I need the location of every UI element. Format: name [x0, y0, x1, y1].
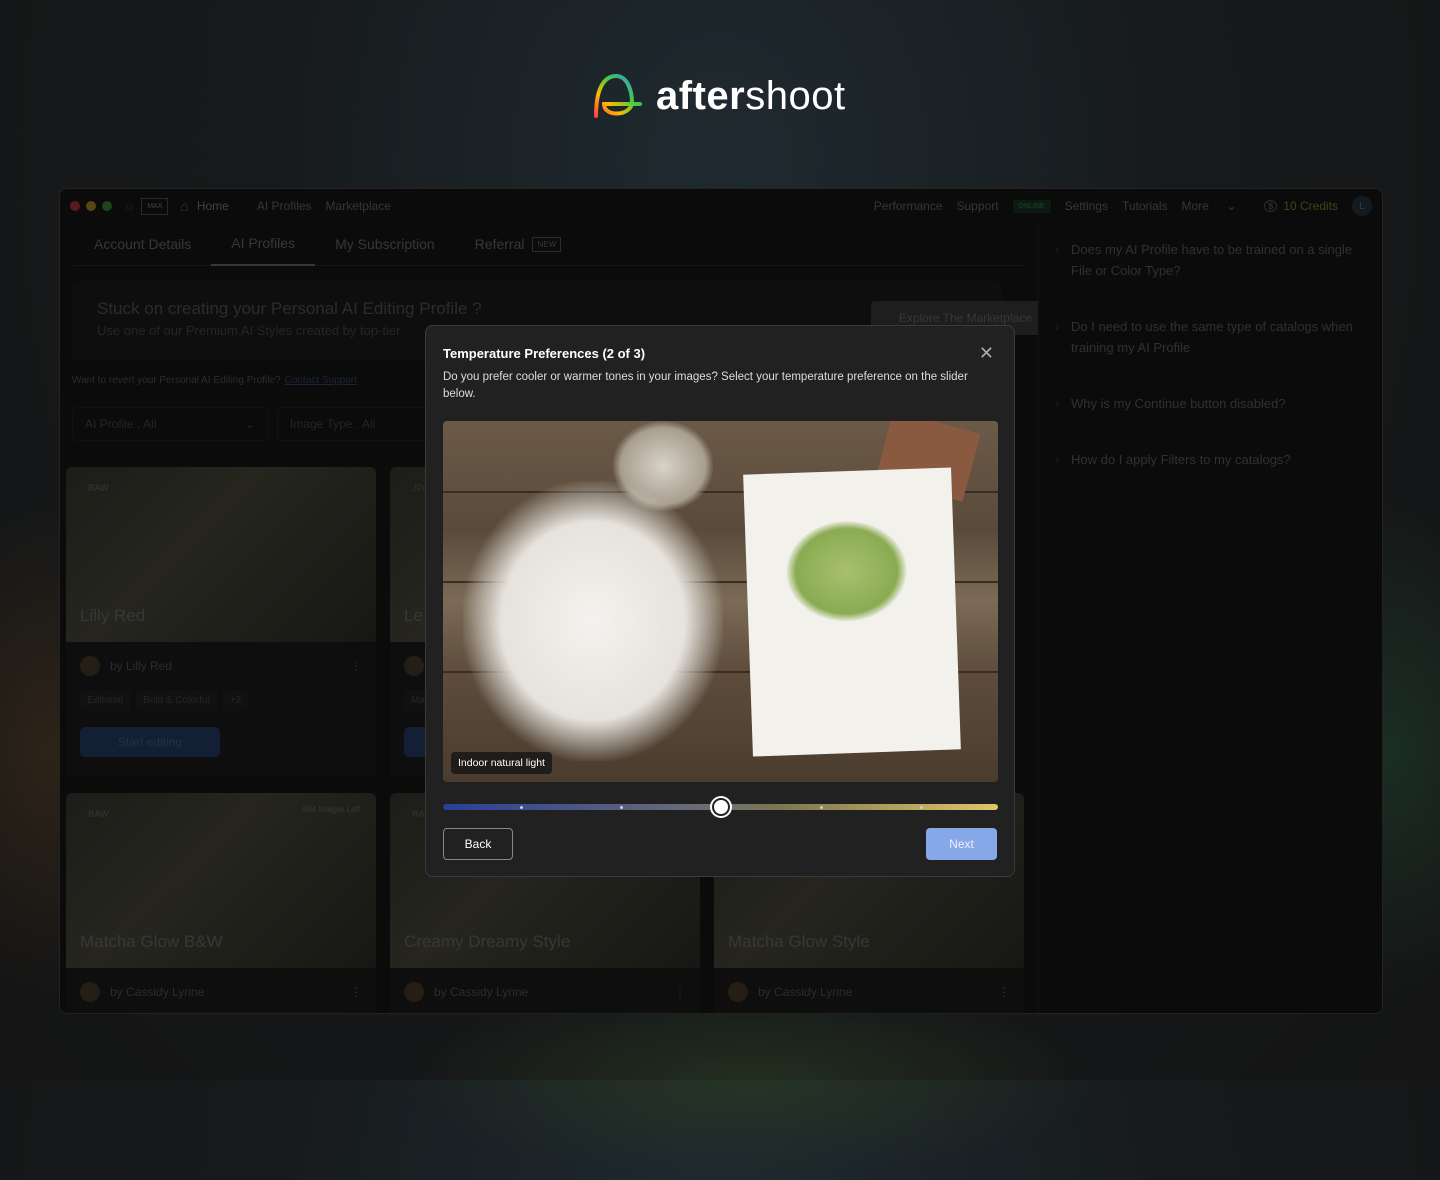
avatar	[80, 982, 100, 1002]
slider-step-dot[interactable]	[820, 806, 823, 809]
dialog-description: Do you prefer cooler or warmer tones in …	[443, 371, 968, 400]
profile-card[interactable]: RAW 984 Images Left Matcha Glow B&W by Cas…	[66, 793, 376, 1013]
coin-icon: $	[1264, 200, 1278, 212]
avatar	[80, 656, 100, 676]
ai-profile-filter[interactable]: AI Profile : All ⌄	[72, 407, 268, 441]
filter-label: Image Type :	[290, 417, 362, 431]
slider-step-dot[interactable]	[520, 806, 523, 809]
image-type-label: RAW	[88, 809, 109, 819]
nav-support[interactable]: Support	[957, 199, 999, 213]
faq-panel: Does my AI Profile have to be trained on…	[1038, 223, 1382, 1013]
preview-photo: Indoor natural light	[443, 421, 998, 782]
maximize-window-button[interactable]	[102, 201, 112, 211]
credits-count[interactable]: 10 Credits	[1283, 199, 1338, 213]
more-options-icon[interactable]: ⋮	[350, 985, 362, 999]
slider-step-dot[interactable]	[920, 806, 923, 809]
faq-item[interactable]: How do I apply Filters to my catalogs?	[1055, 449, 1364, 470]
profile-author: by Cassidy Lynne	[758, 985, 853, 999]
profile-name: Lilly Red	[80, 606, 146, 625]
nav-ai-profiles[interactable]: AI Profiles	[257, 199, 312, 213]
tag: Bold & Colorful	[136, 690, 217, 711]
profile-preview-image: RAW 984 Images Left Matcha Glow B&W	[66, 793, 376, 968]
new-badge: NEW	[532, 236, 562, 252]
nav-tutorials[interactable]: Tutorials	[1122, 199, 1168, 213]
more-options-icon[interactable]: ⋮	[998, 985, 1010, 999]
contact-support-link[interactable]: Contact Support	[285, 375, 357, 386]
account-tabs: Account Details AI Profiles My Subscript…	[74, 223, 1024, 266]
image-type-label: RA	[412, 809, 425, 819]
nav-marketplace[interactable]: Marketplace	[326, 199, 391, 213]
profile-name: Matcha Glow B&W	[80, 932, 223, 951]
more-options-icon[interactable]: ⋮	[350, 659, 362, 673]
profile-card[interactable]: RAW Lilly Red by Lilly Red ⋮ Editorial Bold…	[66, 467, 376, 777]
tag: Editorial	[80, 690, 131, 711]
slider-thumb[interactable]	[711, 798, 730, 816]
images-left-label: 984 Images Left	[302, 805, 360, 814]
start-editing-button[interactable]: Start editing	[80, 727, 220, 757]
profile-name: Le	[404, 606, 423, 625]
faq-item[interactable]: Why is my Continue button disabled?	[1055, 393, 1364, 414]
tab-referral-label: Referral	[474, 236, 525, 252]
temperature-slider[interactable]	[443, 798, 998, 816]
temperature-preferences-dialog: Temperature Preferences (2 of 3) ✕ Do yo…	[425, 325, 1015, 877]
profile-name: Matcha Glow Style	[728, 932, 870, 951]
faq-item[interactable]: Does my AI Profile have to be trained on…	[1055, 239, 1364, 281]
tab-ai-profiles[interactable]: AI Profiles	[211, 223, 316, 266]
profile-author: by Cassidy Lynne	[434, 985, 529, 999]
filter-value: All	[361, 417, 376, 431]
top-bar: ⍝ MAX ⌂ Home AI Profiles Marketplace Per…	[60, 189, 1382, 223]
close-window-button[interactable]	[70, 201, 80, 211]
chevron-down-icon: ⌄	[1226, 199, 1237, 213]
avatar	[404, 656, 424, 676]
brand-name: aftershoot	[656, 73, 846, 118]
aftershoot-logo-icon	[594, 73, 642, 118]
revert-text: Want to revert your Personal AI Editing …	[72, 375, 281, 386]
chevron-down-icon: ⌄	[244, 417, 255, 431]
faq-item[interactable]: Do I need to use the same type of catalo…	[1055, 316, 1364, 358]
more-options-icon[interactable]: ⋮	[674, 985, 686, 999]
nav-more[interactable]: More ⌄	[1182, 199, 1251, 213]
avatar	[728, 982, 748, 1002]
image-type-label: RAW	[88, 483, 109, 493]
profile-name: Creamy Dreamy Style	[404, 932, 571, 951]
filter-value: All	[143, 417, 157, 431]
app-logo-icon: ⍝	[126, 198, 134, 213]
close-icon[interactable]: ✕	[979, 343, 994, 364]
tab-referral[interactable]: Referral NEW	[455, 223, 581, 266]
profile-author: by Cassidy Lynne	[110, 985, 205, 999]
dialog-title: Temperature Preferences (2 of 3)	[443, 346, 646, 361]
tab-account-details[interactable]: Account Details	[74, 223, 211, 266]
banner-title: Stuck on creating your Personal AI Editi…	[97, 299, 482, 318]
back-button[interactable]: Back	[443, 828, 513, 860]
aftershoot-logo: aftershoot	[592, 72, 846, 120]
nav-more-label: More	[1181, 199, 1209, 213]
profile-preview-image: RAW Lilly Red	[66, 467, 376, 642]
lighting-caption: Indoor natural light	[451, 752, 552, 774]
avatar	[404, 982, 424, 1002]
plan-badge: MAX	[141, 197, 169, 215]
revert-note: Want to revert your Personal AI Editing …	[72, 375, 357, 386]
user-avatar[interactable]: L	[1352, 196, 1372, 216]
tab-my-subscription[interactable]: My Subscription	[315, 223, 455, 266]
slider-step-dot[interactable]	[620, 806, 623, 809]
filter-label: AI Profile :	[85, 417, 144, 431]
minimize-window-button[interactable]	[86, 201, 96, 211]
online-status-badge: ONLINE	[1012, 199, 1051, 213]
profile-author: by Lilly Red	[110, 659, 173, 673]
nav-home[interactable]: Home	[197, 199, 229, 213]
home-icon[interactable]: ⌂	[180, 198, 188, 214]
tag: +2	[222, 690, 249, 711]
nav-settings[interactable]: Settings	[1065, 199, 1108, 213]
next-button[interactable]: Next	[926, 828, 997, 860]
nav-performance[interactable]: Performance	[874, 199, 943, 213]
